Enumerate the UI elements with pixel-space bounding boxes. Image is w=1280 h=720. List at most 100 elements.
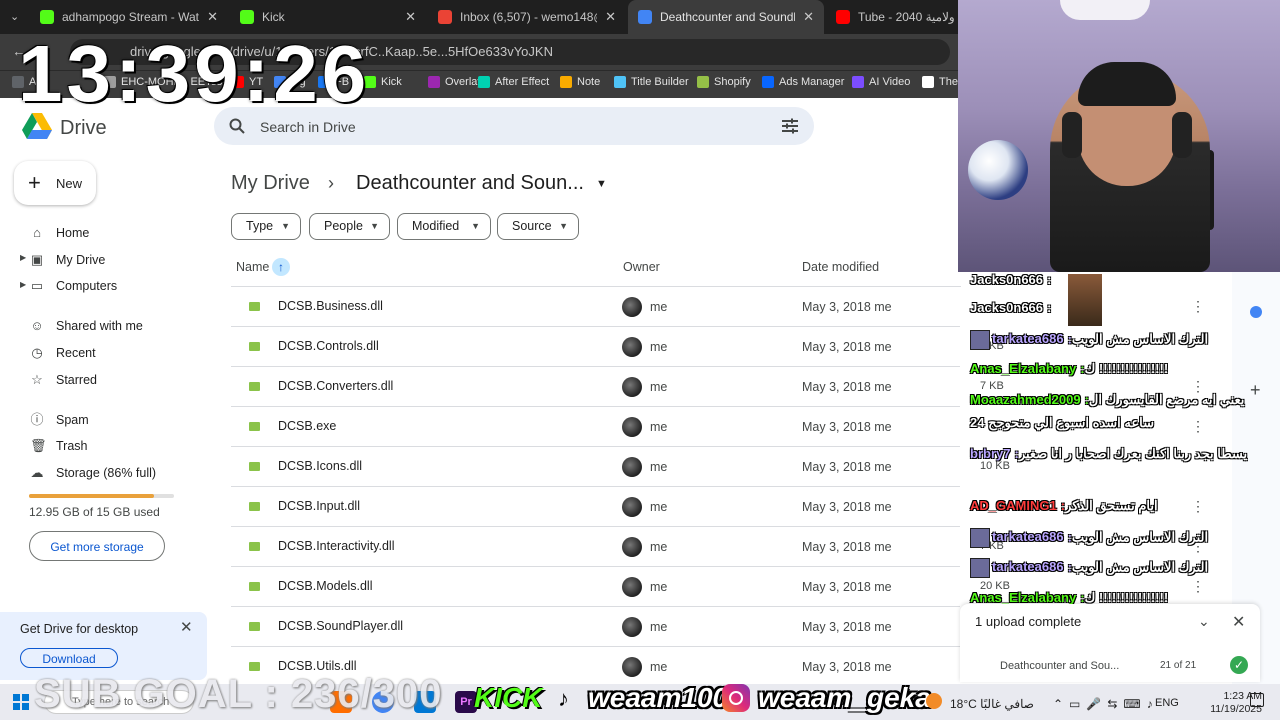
sidebar-item-label: Computers <box>56 279 118 293</box>
filter-type-chip[interactable]: Type ▼ <box>231 213 301 240</box>
chat-text: ﺍﻟﺘﺮﻙ ﺍﻻﺳﺎﺱ ﻣﺶ ﺍﻟﻮﻳﺐ <box>1071 559 1209 575</box>
drive-logo-text[interactable]: Drive <box>60 117 107 140</box>
filter-modified-chip[interactable]: Modified ▼ <box>397 213 491 240</box>
sidebar-item-recent[interactable]: ◷ Recent <box>30 346 96 361</box>
table-row[interactable]: DCSB.Business.dll me May 3, 2018 me <box>231 287 960 327</box>
youtube-favicon-icon <box>836 10 850 24</box>
expand-caret-icon[interactable]: ▶ <box>20 280 26 289</box>
file-name[interactable]: DCSB.Icons.dll <box>278 459 362 473</box>
file-name[interactable]: DCSB.Utils.dll <box>278 659 357 673</box>
close-icon[interactable]: ✕ <box>180 618 193 636</box>
system-tray-icons[interactable]: ⌃▭🎤⇆⌨♪ <box>1053 697 1159 711</box>
sidebar-item-spam[interactable]: ⓘ Spam <box>30 413 88 428</box>
breadcrumb-current-folder[interactable]: Deathcounter and Soun... <box>356 172 584 195</box>
sidebar-item-home[interactable]: ⌂ Home <box>30 226 89 241</box>
file-name[interactable]: DCSB.Input.dll <box>278 499 360 513</box>
expand-caret-icon[interactable]: ▶ <box>20 253 26 262</box>
close-tab-icon[interactable]: ✕ <box>605 9 616 25</box>
file-icon <box>249 502 260 511</box>
bookmark-item[interactable]: The <box>922 76 958 88</box>
search-options-icon[interactable] <box>781 118 799 134</box>
tab-search-chevron-icon[interactable]: ⌄ <box>10 10 19 23</box>
bookmark-item[interactable]: Note <box>560 76 600 88</box>
bookmark-item[interactable]: After Effect <box>478 76 549 88</box>
sidebar-item-storage[interactable]: ☁ Storage (86% full) <box>30 466 157 481</box>
file-owner: me <box>650 620 668 634</box>
close-tab-icon[interactable]: ✕ <box>803 9 814 25</box>
collapse-chevron-icon[interactable]: ⌄ <box>1198 613 1210 630</box>
close-icon[interactable]: ✕ <box>1232 612 1245 632</box>
filter-people-chip[interactable]: People ▼ <box>309 213 390 240</box>
computer-icon: ▭ <box>30 278 44 293</box>
storage-usage-text: 12.95 GB of 15 GB used <box>29 505 160 519</box>
chip-label: People <box>324 219 363 233</box>
file-name[interactable]: DCSB.Models.dll <box>278 579 372 593</box>
more-actions-icon[interactable]: ⋮ <box>1191 418 1205 435</box>
sidebar-item-computers[interactable]: ▭ Computers <box>30 278 118 294</box>
language-indicator[interactable]: ENG <box>1155 697 1179 709</box>
search-placeholder[interactable]: Search in Drive <box>260 119 356 135</box>
folder-menu-caret-icon[interactable]: ▼ <box>596 178 607 190</box>
close-tab-icon[interactable]: ✕ <box>207 9 218 25</box>
table-row[interactable]: DCSB.Icons.dll me May 3, 2018 me <box>231 447 960 487</box>
weather-text[interactable]: 18°C ﺻﺎﻓﻲ ﻏﺎﻟﺒًﺎ <box>950 697 1034 711</box>
file-owner: me <box>650 580 668 594</box>
add-addon-plus-icon[interactable]: + <box>1250 380 1261 401</box>
breadcrumb-my-drive[interactable]: My Drive <box>231 172 310 195</box>
filter-source-chip[interactable]: Source ▼ <box>497 213 579 240</box>
sidebar-item-trash[interactable]: 🗑 Trash <box>30 439 88 454</box>
chat-text: ﺍﻳﺎﻡ ﺗﺴﺘﺤﻖ ﺍﻟﺬﻛﺮ <box>1065 498 1158 513</box>
stream-clock-overlay: 13:39:26 <box>18 29 371 118</box>
table-row[interactable]: DCSB.Input.dll me May 3, 2018 me <box>231 487 960 527</box>
file-icon <box>249 342 260 351</box>
file-name[interactable]: DCSB.Controls.dll <box>278 339 379 353</box>
sidebar-item-label: Recent <box>56 346 96 360</box>
tab-gmail[interactable]: Inbox (6,507) - wemo148@gma ✕ <box>428 0 626 34</box>
sidebar-item-my[interactable]: ▣ My Drive <box>30 253 105 268</box>
bookmark-item[interactable]: AI Video <box>852 76 910 88</box>
bookmark-item[interactable]: Shopify <box>697 76 751 88</box>
sidebar-item-starred[interactable]: ☆ Starred <box>30 372 97 388</box>
column-header-date-modified[interactable]: Date modified <box>802 260 879 274</box>
file-name[interactable]: DCSB.Business.dll <box>278 299 383 313</box>
more-actions-icon[interactable]: ⋮ <box>1191 298 1205 315</box>
bookmark-item[interactable]: Ads Manager <box>762 76 844 88</box>
get-more-storage-button[interactable]: Get more storage <box>29 531 165 561</box>
chat-emote-image <box>1068 274 1102 326</box>
bookmark-favicon-icon <box>428 76 440 88</box>
contacts-icon[interactable] <box>1250 306 1262 318</box>
more-actions-icon[interactable]: ⋮ <box>1191 498 1205 515</box>
table-row[interactable]: DCSB.exe me May 3, 2018 me <box>231 407 960 447</box>
tab-youtube[interactable]: Tube - 2040 ﺕﺎﻴﻧ ﻭﻻﻣﻴﺔ <box>826 0 966 34</box>
column-header-owner[interactable]: Owner <box>623 260 660 274</box>
new-button[interactable]: + New <box>14 161 96 205</box>
sidebar-item-shared[interactable]: ☺ Shared with me <box>30 319 143 334</box>
file-name[interactable]: DCSB.Converters.dll <box>278 379 393 393</box>
file-name[interactable]: DCSB.Interactivity.dll <box>278 539 394 553</box>
close-tab-icon[interactable]: ✕ <box>405 9 416 25</box>
download-button[interactable]: Download <box>20 648 118 668</box>
table-row[interactable]: DCSB.SoundPlayer.dll me May 3, 2018 me <box>231 607 960 647</box>
chip-label: Modified <box>412 219 460 233</box>
file-name[interactable]: DCSB.SoundPlayer.dll <box>278 619 403 633</box>
star-icon: ☆ <box>31 372 43 387</box>
table-row[interactable]: DCSB.Models.dll me May 3, 2018 me <box>231 567 960 607</box>
column-header-name[interactable]: Name <box>236 260 269 274</box>
weather-icon[interactable] <box>926 693 942 709</box>
bookmark-item[interactable]: Overlay <box>428 76 483 88</box>
table-row[interactable]: DCSB.Controls.dll me May 3, 2018 me <box>231 327 960 367</box>
search-icon[interactable] <box>229 118 245 134</box>
notifications-icon[interactable] <box>1250 693 1264 707</box>
windows-start-icon[interactable] <box>13 694 29 710</box>
file-name[interactable]: DCSB.exe <box>278 419 336 433</box>
tab-drive-active[interactable]: Deathcounter and Soundboard ✕ <box>628 0 824 34</box>
chip-label: Type <box>246 219 274 233</box>
owner-avatar <box>622 617 642 637</box>
table-row[interactable]: DCSB.Interactivity.dll me May 3, 2018 me <box>231 527 960 567</box>
sort-ascending-icon[interactable]: ↑ <box>272 258 290 276</box>
chip-label: Source <box>512 219 552 233</box>
chat-text: ﻳﺴﻄﺎ ﺑﺠﺪ ﺭﺑﻨﺎ ﺍﻛﻨﻚ ﺑﻌﺮﻙ ﺍﺻﺤﺎﺑﺎ ﺭ ﺍﻧﺎ ﺻﻐﻴ… <box>1018 446 1248 461</box>
table-row[interactable]: DCSB.Converters.dll me May 3, 2018 me <box>231 367 960 407</box>
more-actions-icon[interactable]: ⋮ <box>1191 578 1205 595</box>
bookmark-item[interactable]: Title Builder <box>614 76 689 88</box>
